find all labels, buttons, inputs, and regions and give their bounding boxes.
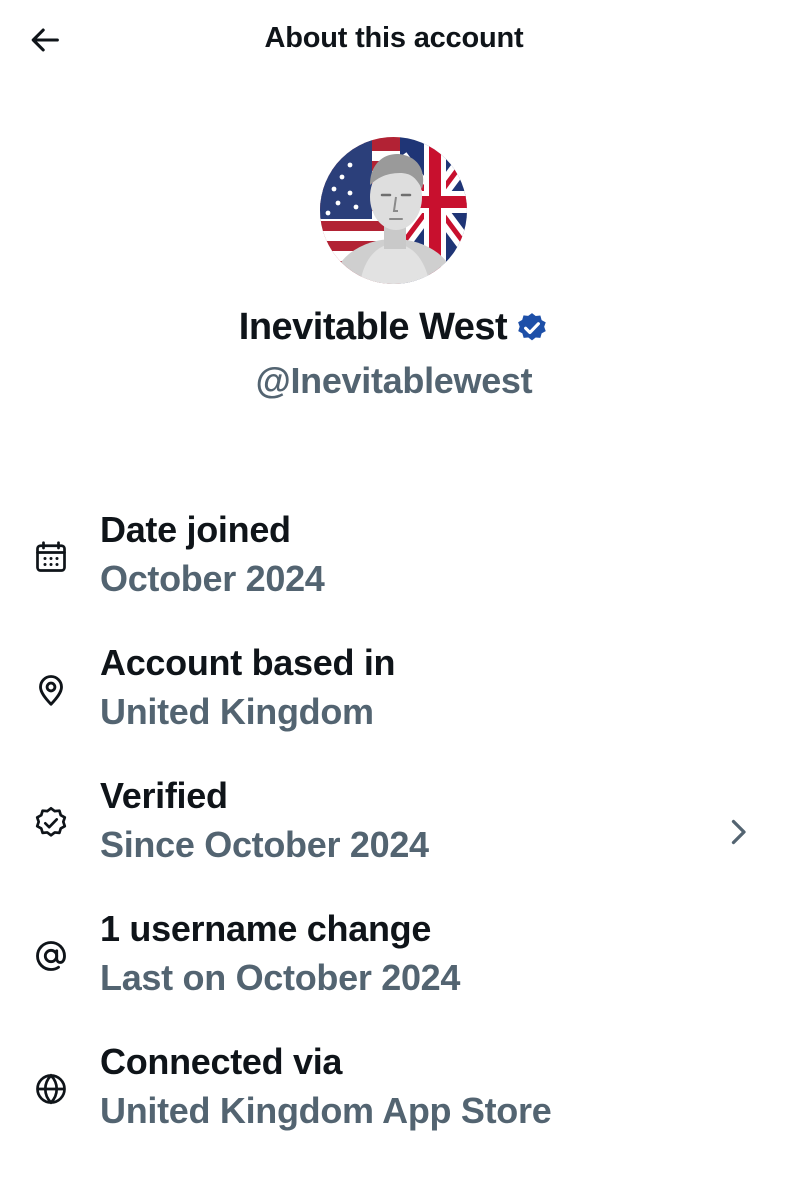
chevron-right-icon[interactable] (722, 812, 754, 852)
info-value: Last on October 2024 (100, 957, 461, 998)
avatar[interactable] (320, 137, 467, 284)
account-info-list: Date joined October 2024 Account based i… (0, 506, 788, 1171)
info-text: Date joined October 2024 (100, 506, 325, 604)
list-item-date-joined: Date joined October 2024 (0, 506, 788, 639)
username-handle: @Inevitablewest (255, 360, 533, 401)
info-text: Verified Since October 2024 (100, 772, 429, 870)
avatar-image (320, 137, 467, 284)
info-value: Since October 2024 (100, 824, 429, 865)
info-value: United Kingdom (100, 691, 374, 732)
info-label: 1 username change (100, 908, 432, 949)
list-item-verified[interactable]: Verified Since October 2024 (0, 772, 788, 905)
info-value: October 2024 (100, 558, 325, 599)
display-name: Inevitable West (238, 306, 508, 348)
info-label: Account based in (100, 642, 396, 683)
location-pin-icon (30, 669, 72, 711)
list-item-connected-via: Connected via United Kingdom App Store (0, 1038, 788, 1171)
info-text: Connected via United Kingdom App Store (100, 1038, 552, 1136)
info-text: 1 username change Last on October 2024 (100, 905, 460, 1003)
calendar-icon (30, 536, 72, 578)
list-item-account-based-in: Account based in United Kingdom (0, 639, 788, 772)
info-label: Verified (100, 775, 228, 816)
profile-name-row: Inevitable West (0, 306, 788, 349)
verified-badge-icon (518, 312, 546, 340)
page-title: About this account (264, 22, 524, 54)
list-item-username-change: 1 username change Last on October 2024 (0, 905, 788, 1038)
at-sign-icon (30, 935, 72, 977)
top-bar: About this account (0, 0, 788, 84)
info-value: United Kingdom App Store (100, 1090, 552, 1131)
info-label: Connected via (100, 1041, 343, 1082)
globe-icon (30, 1068, 72, 1110)
info-text: Account based in United Kingdom (100, 639, 396, 737)
info-label: Date joined (100, 509, 291, 550)
verified-badge-outline-icon (30, 802, 72, 844)
